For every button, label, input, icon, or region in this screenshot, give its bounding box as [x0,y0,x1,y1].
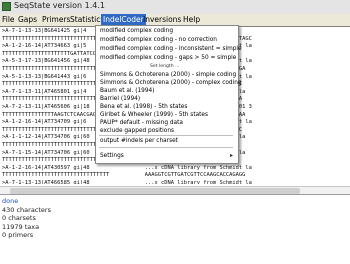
window-title: SeqState version 1.4.1 [14,1,105,10]
menu-option[interactable]: modified complex coding - inconsistent =… [100,45,242,53]
app-icon [2,2,11,11]
sequence-line: >A-7-1-13-13|AT466585 gi|48 ...s cDNA li… [2,179,252,184]
menu-option[interactable]: exclude gapped positions [100,127,174,135]
title-bar: SeqState version 1.4.1 [0,0,350,15]
sequence-line: TTTTTTTTTTTTTTTTTTTTTTTTTTTTTTTTT AAAGGT… [2,172,246,179]
sequence-line: >A-1-2-16-14|AT430597 gi|48 ...s cDNA li… [2,164,252,171]
menu-option[interactable]: Giribet & Wheeler (1999) - 5th states [100,111,208,119]
menu-option[interactable]: modified complex coding [100,27,173,35]
menu-gaps[interactable]: Gaps [16,14,39,26]
menu-option[interactable]: Barriel (1994) [100,95,140,103]
status-count: 0 primers [2,231,34,239]
status-text: done [2,197,19,205]
menu-separator [99,135,233,136]
status-count: 11979 taxa [2,222,40,231]
menu-option[interactable]: modified complex coding - no correction [100,36,217,44]
menu-option[interactable]: Baum et al. (1994) [100,87,155,95]
menu-option[interactable]: PAUP* default - missing data [100,119,183,127]
status-panel: done 430 characters 0 charsets 11979 taxa 0 … [0,194,350,264]
menu-separator [99,147,233,148]
menu-option[interactable]: Simmons & Ochoterena (2000) - simple cod… [100,71,236,79]
submenu-arrow-icon: ▸ [229,152,233,159]
menu-option[interactable]: Set length ... [150,63,180,71]
indelcoder-menu: modified complex coding modified complex … [95,25,242,164]
menu-option[interactable]: modified complex coding - gaps > 50 = si… [100,54,236,62]
status-count: 0 charsets [2,214,36,222]
menu-option[interactable]: Bena et al. (1998) - 5th states [100,103,187,111]
menu-option[interactable]: output #indels per charset [100,137,178,145]
status-count: 430 characters [2,205,51,214]
menu-option[interactable]: Settings [100,152,124,160]
menu-file[interactable]: File [0,14,17,26]
menu-option[interactable]: Simmons & Ochoterena (2000) - complex co… [100,79,242,87]
